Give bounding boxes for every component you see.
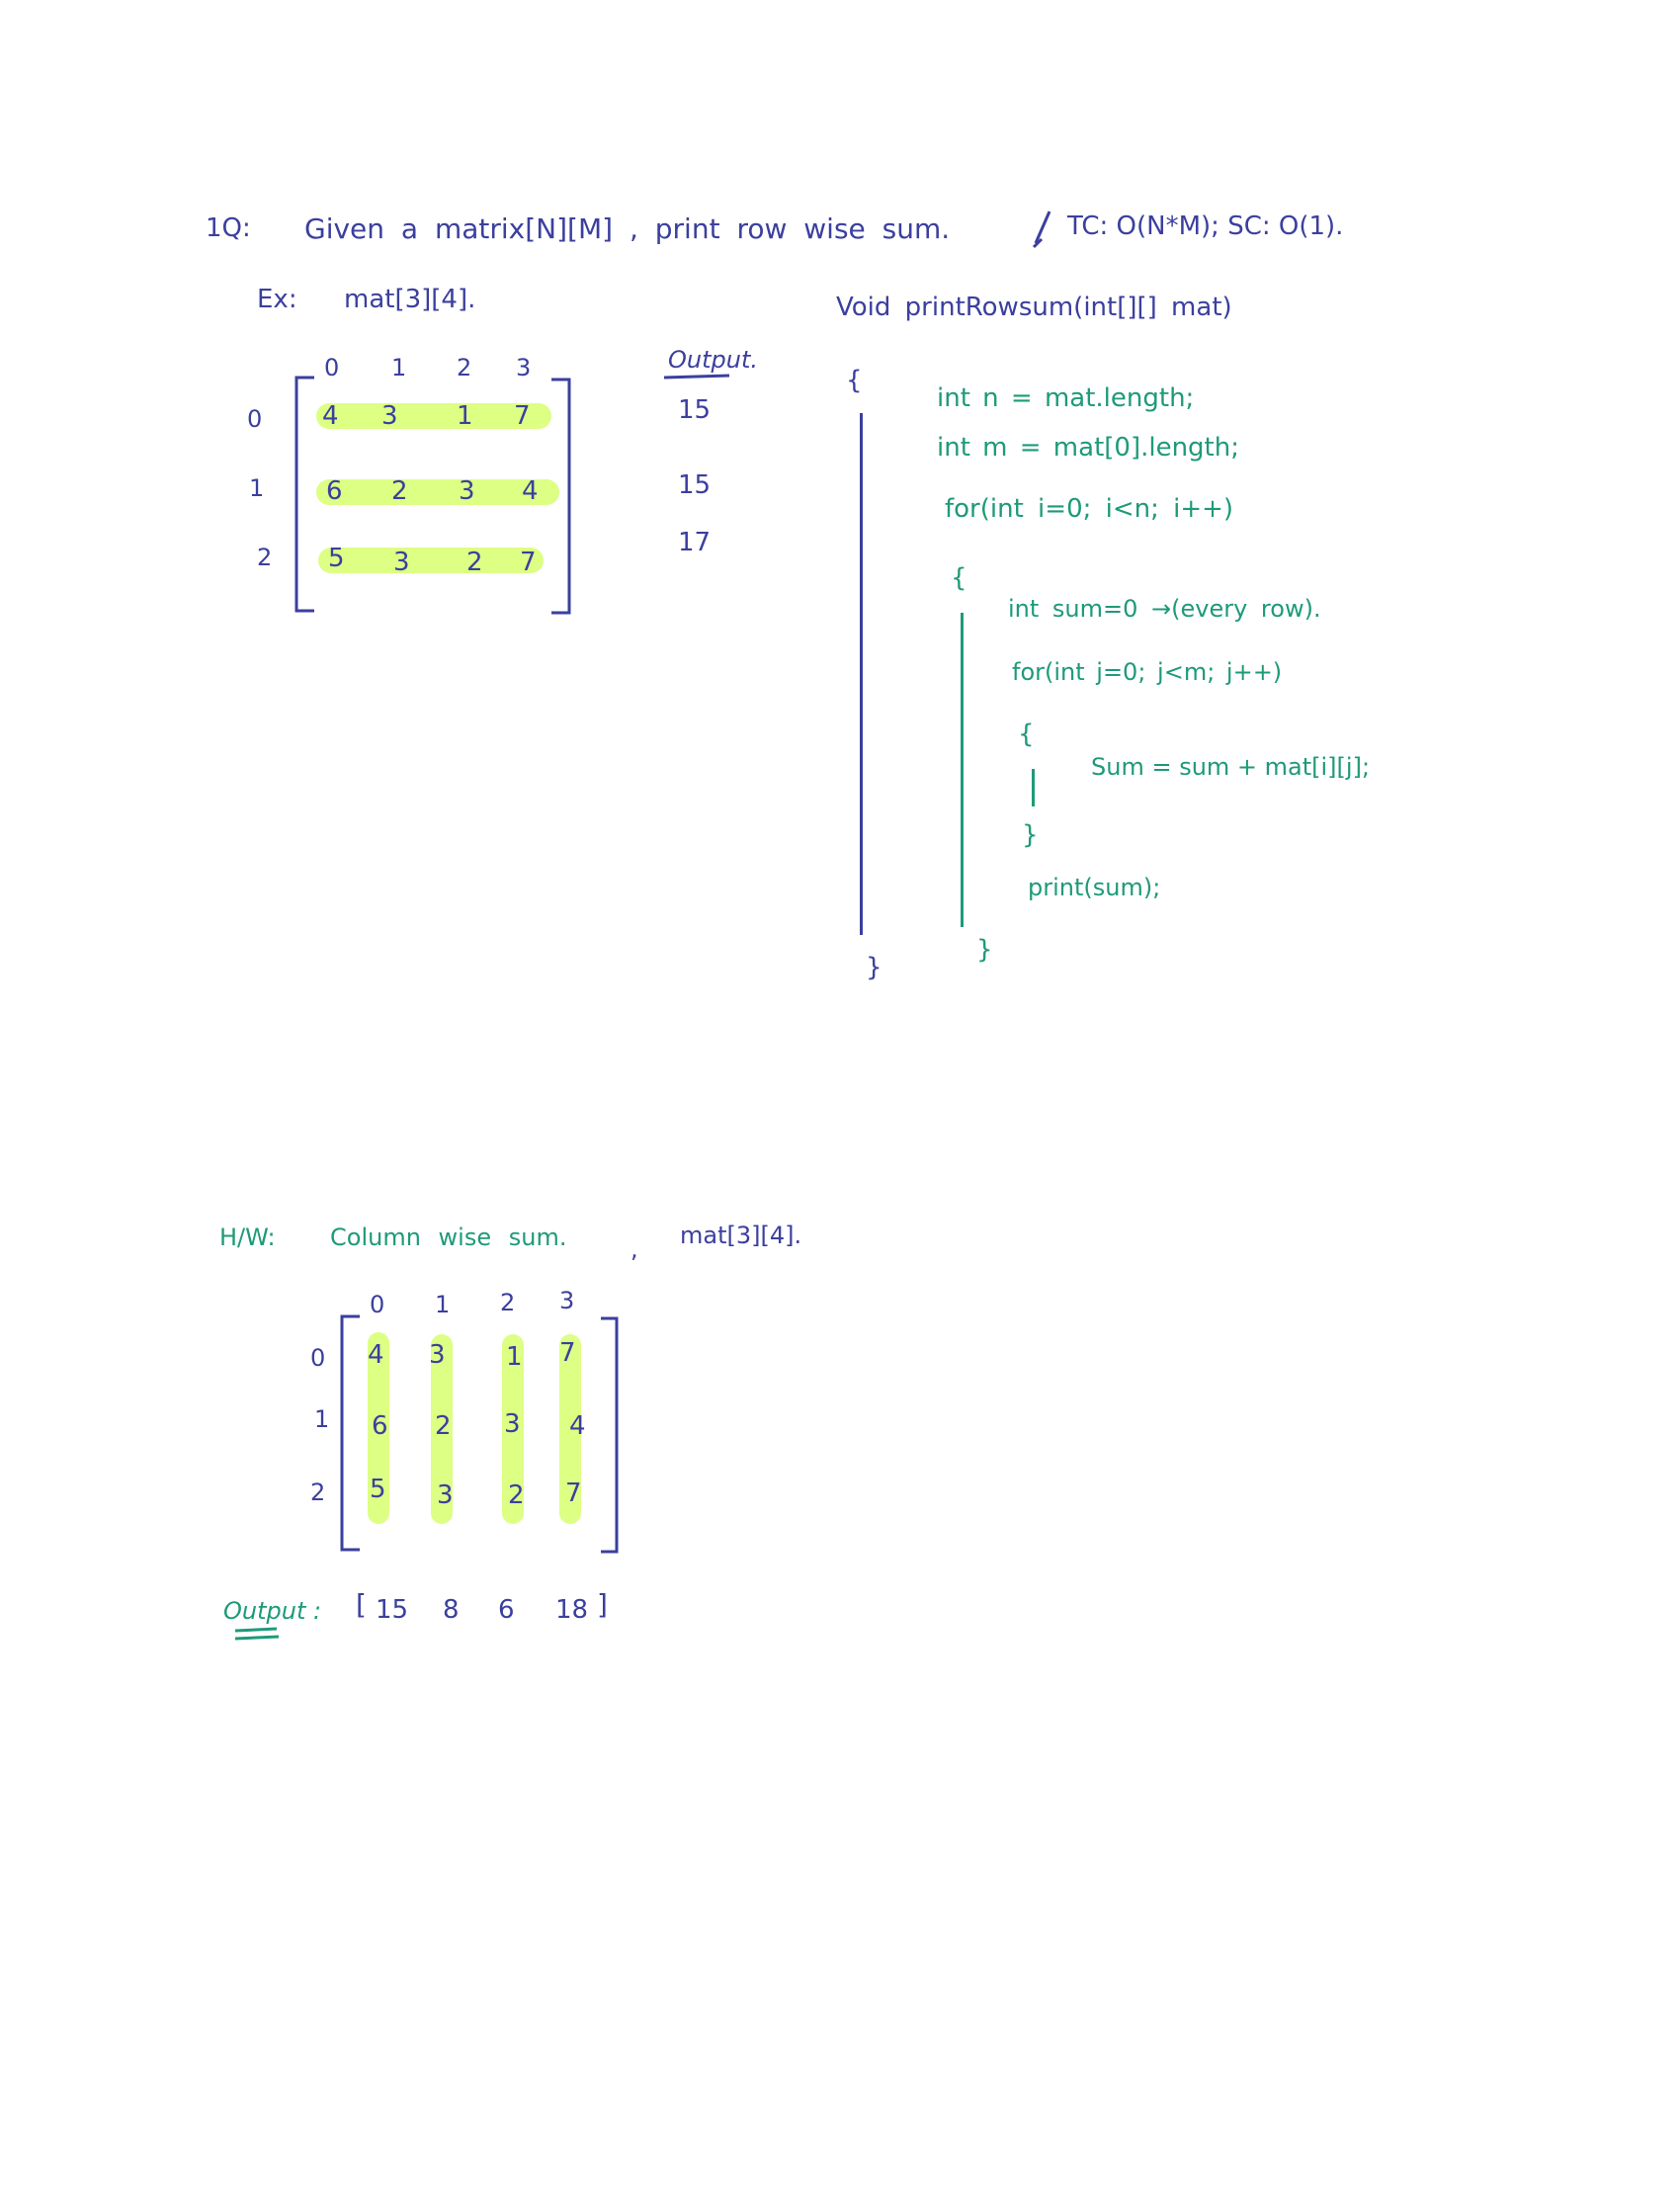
output2-value: 15: [376, 1595, 409, 1625]
output2-value: 6: [498, 1595, 515, 1625]
output2-value: 8: [443, 1595, 460, 1625]
output2-underline: [234, 1627, 280, 1641]
output2-close-bracket: ]: [597, 1588, 608, 1621]
output2-open-bracket: [: [356, 1588, 367, 1621]
output2-value: 18: [555, 1595, 589, 1625]
